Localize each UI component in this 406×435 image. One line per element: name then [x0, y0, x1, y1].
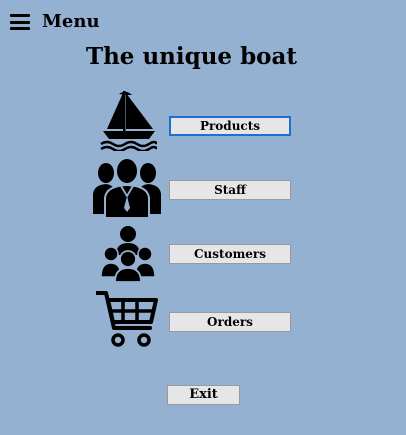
sailboat-icon — [100, 91, 157, 151]
menu-label[interactable]: Menu — [42, 10, 100, 34]
exit-button[interactable]: Exit — [167, 385, 240, 405]
page-title: The unique boat — [85, 43, 298, 70]
shopping-cart-icon — [96, 291, 158, 347]
orders-button[interactable]: Orders — [169, 312, 291, 332]
header: Menu — [10, 10, 100, 34]
products-button[interactable]: Products — [169, 116, 291, 136]
staff-button[interactable]: Staff — [169, 180, 291, 200]
staff-group-icon — [93, 157, 161, 218]
hamburger-icon[interactable] — [10, 14, 30, 30]
customers-group-icon — [101, 226, 155, 282]
customers-button[interactable]: Customers — [169, 244, 291, 264]
